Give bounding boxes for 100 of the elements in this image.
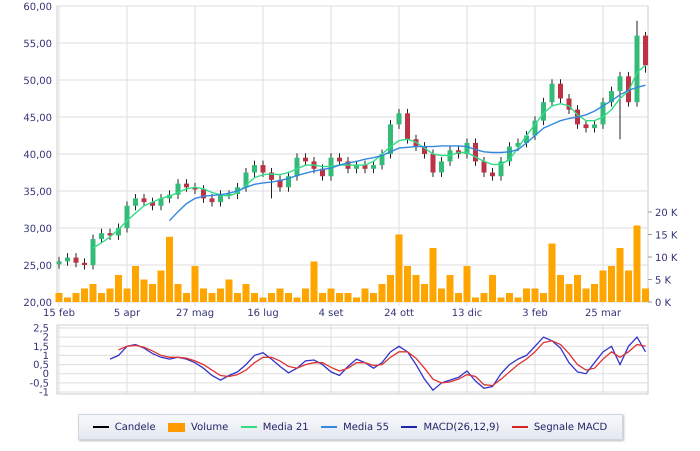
volume-bar (455, 293, 462, 302)
candlestick (244, 168, 248, 192)
candlestick (260, 160, 266, 178)
volume-bar (642, 288, 649, 302)
candlestick (414, 134, 418, 152)
volume-bar (540, 293, 547, 302)
volume-bar (226, 280, 232, 302)
candlestick (337, 152, 342, 166)
legend-label: Media 21 (262, 422, 309, 432)
legend-label: Candele (114, 422, 156, 432)
volume-bar (566, 284, 572, 302)
volume-bar (582, 288, 590, 302)
candlestick (252, 160, 257, 178)
candlestick (473, 138, 478, 166)
candlestick (430, 149, 436, 178)
volume-bar (56, 293, 62, 302)
axis-label: 0 K (655, 298, 672, 309)
candlestick (524, 130, 529, 148)
axis-label: 50,00 (23, 76, 52, 87)
axis-label: 20 K (655, 208, 678, 219)
volume-bar (183, 293, 190, 302)
candlestick (201, 184, 206, 204)
volume-bar (166, 236, 173, 302)
volume-bar (506, 293, 513, 302)
volume-bar (132, 266, 139, 302)
volume-bar (464, 266, 470, 302)
volume-bar (64, 298, 71, 302)
candlestick (210, 193, 214, 208)
axis-label: 27 mag (176, 308, 214, 319)
volume-bar (532, 288, 538, 302)
candlestick (516, 138, 520, 152)
axis-label: 2,5 (33, 324, 49, 334)
volume-bar (616, 248, 624, 302)
candlestick (405, 108, 410, 144)
axis-label: 60,00 (23, 2, 52, 13)
candlestick (439, 156, 444, 178)
axis-label: 25 mar (585, 308, 621, 319)
volume-bar (378, 284, 386, 302)
axis-label: 13 dic (452, 308, 482, 319)
candlestick (354, 160, 359, 174)
candlestick (218, 190, 223, 208)
volume-bar (574, 275, 581, 302)
candlestick (532, 116, 538, 140)
volume-bar (370, 293, 377, 302)
volume-bar (90, 284, 96, 302)
volume-bar (217, 288, 224, 302)
volume-bar (353, 298, 360, 302)
volume-bar (200, 288, 207, 302)
volume-bar (276, 288, 284, 302)
axis-label: 1,5 (33, 342, 49, 353)
volume-bar (446, 275, 454, 302)
volume-bar (608, 266, 615, 302)
candlestick (99, 228, 104, 244)
candlestick (303, 152, 308, 166)
volume-bar (438, 288, 445, 302)
candlestick (65, 252, 70, 266)
candlestick (396, 108, 402, 130)
volume-bar (124, 288, 130, 302)
candlestick (235, 182, 240, 200)
axis-label: 0 (42, 369, 49, 380)
axis-label: 4 set (318, 308, 344, 319)
candlestick (464, 138, 470, 159)
candlestick (388, 119, 393, 159)
volume-bar (514, 298, 522, 302)
candlestick (584, 119, 588, 134)
candlestick (456, 145, 461, 159)
volume-bar (192, 266, 198, 302)
volume-bar (81, 288, 88, 302)
candlestick (575, 104, 580, 130)
candlestick (498, 156, 504, 182)
volume-bar (268, 293, 275, 302)
volume-bar (208, 293, 216, 302)
volume-bar (412, 275, 420, 302)
volume-bar (251, 293, 258, 302)
axis-label: -0,5 (29, 378, 49, 390)
volume-bar (523, 288, 530, 302)
candlestick (482, 156, 486, 178)
volume-bar (149, 284, 156, 302)
candlestick (328, 152, 334, 182)
volume-bar (421, 284, 428, 302)
volume-bar (557, 275, 564, 302)
legend-label: MACD(26,12,9) (423, 422, 500, 432)
axis-label: 45,00 (23, 113, 52, 124)
candlestick (82, 258, 87, 270)
candlestick (592, 119, 597, 134)
volume-bar (106, 288, 114, 302)
legend-label: Segnale MACD (534, 422, 608, 432)
volume-bar (319, 293, 326, 302)
axis-label: 3 feb (522, 308, 548, 319)
legend-label: Media 55 (343, 422, 389, 432)
volume-bar (234, 293, 241, 302)
candlestick (108, 228, 112, 240)
candlestick (286, 171, 291, 192)
candlestick (541, 97, 546, 126)
volume-bar (302, 288, 309, 302)
volume-bar (489, 275, 496, 302)
candlestick (362, 160, 368, 174)
volume-bar (548, 244, 556, 302)
volume-bar (328, 288, 334, 302)
axis-label: 35,00 (23, 187, 52, 198)
